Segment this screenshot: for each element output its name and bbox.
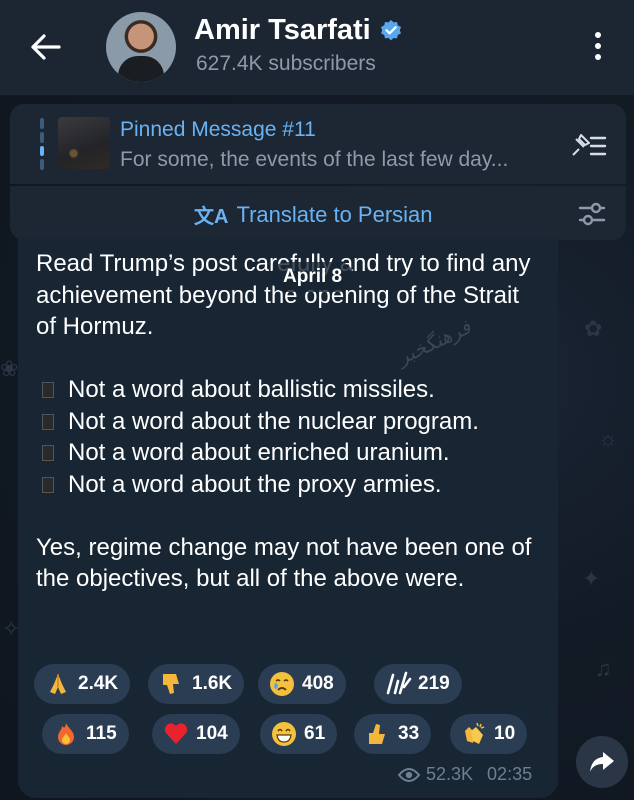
forward-button[interactable] xyxy=(576,736,628,788)
praying-hands-icon xyxy=(44,670,72,698)
message-bullet-line: Not a word about the proxy armies. xyxy=(36,469,536,501)
verified-badge-icon xyxy=(380,19,401,40)
bullet-icon xyxy=(42,476,54,493)
dot-icon xyxy=(595,54,601,60)
reaction-count: 10 xyxy=(494,723,516,744)
reaction-fire[interactable]: 115 xyxy=(42,714,129,754)
translate-label: Translate to Persian xyxy=(236,201,433,227)
message-meta: 52.3K 02:35 xyxy=(398,764,532,785)
message-time: 02:35 xyxy=(487,764,533,784)
fire-icon xyxy=(52,720,80,748)
wallpaper-doodle: ❀ xyxy=(0,356,19,381)
subscriber-count: 627.4K subscribers xyxy=(196,52,376,75)
channel-name-text: Amir Tsarfati xyxy=(194,14,371,46)
pinned-title: Pinned Message #11 xyxy=(120,118,316,141)
view-count: 52.3K xyxy=(426,764,474,784)
message-bullet-line: Not a word about ballistic missiles. xyxy=(36,374,536,406)
back-arrow-icon xyxy=(31,34,61,60)
grinning-face-icon xyxy=(270,720,298,748)
reaction-custom-emoji[interactable]: 219 xyxy=(374,664,462,704)
custom-emoji-icon xyxy=(384,670,412,698)
reaction-count: 115 xyxy=(86,723,117,744)
forward-arrow-icon xyxy=(590,752,614,772)
message-bullet-line: Not a word about the nuclear program. xyxy=(36,406,536,438)
wallpaper-doodle: ✦ xyxy=(582,566,601,591)
reaction-thumbs-down[interactable]: 1.6K xyxy=(148,664,245,704)
translate-button[interactable]: 文A Translate to Persian xyxy=(194,200,433,229)
reaction-grinning-face[interactable]: 61 xyxy=(260,714,338,754)
pin-list-icon xyxy=(572,134,607,156)
pinned-list-button[interactable] xyxy=(562,126,612,166)
pinned-thumbnail xyxy=(58,117,110,169)
reaction-thumbs-up[interactable]: 33 xyxy=(354,714,432,754)
reaction-count: 408 xyxy=(302,673,334,694)
reaction-praying-hands[interactable]: 2.4K xyxy=(34,664,131,704)
pinned-message-bar[interactable]: Pinned Message #11 For some, the events … xyxy=(10,104,626,184)
wallpaper-doodle: ♫ xyxy=(595,656,612,681)
reaction-crying-face[interactable]: 408 xyxy=(258,664,346,704)
wallpaper-doodle: ☼ xyxy=(598,426,619,451)
wallpaper-doodle: ✿ xyxy=(584,316,603,341)
message-bullet-line: Not a word about enriched uranium. xyxy=(36,437,536,469)
pinned-preview: For some, the events of the last few day… xyxy=(120,148,509,171)
translate-settings-button[interactable] xyxy=(576,198,608,230)
dot-icon xyxy=(595,43,601,49)
bullet-icon xyxy=(42,382,54,398)
crying-face-icon xyxy=(268,670,296,698)
date-separator: April 8 xyxy=(271,262,355,292)
eye-icon xyxy=(398,767,420,782)
message-paragraph: Yes, regime change may not have been one… xyxy=(36,533,532,593)
chat-header: Amir Tsarfati 627.4K subscribers xyxy=(0,0,634,96)
channel-avatar[interactable] xyxy=(106,12,176,82)
reaction-count: 104 xyxy=(196,723,228,744)
translate-icon: 文A xyxy=(194,206,229,228)
translate-bar: 文A Translate to Persian xyxy=(10,186,626,240)
message-text: Read Trump’s post carefully and try to f… xyxy=(36,248,536,595)
reaction-count: 219 xyxy=(418,673,450,694)
reaction-count: 61 xyxy=(304,723,326,744)
settings-sliders-icon xyxy=(578,202,606,226)
pinned-indicator xyxy=(40,118,44,170)
reaction-clapping-hands[interactable]: 10 xyxy=(450,714,528,754)
thumbs-up-icon xyxy=(364,720,392,748)
red-heart-icon xyxy=(162,720,190,748)
bullet-icon xyxy=(42,413,54,430)
channel-title[interactable]: Amir Tsarfati xyxy=(194,14,403,47)
bullet-icon xyxy=(42,445,54,461)
back-button[interactable] xyxy=(26,27,66,67)
reaction-count: 2.4K xyxy=(78,673,119,694)
clapping-hands-icon xyxy=(460,720,488,748)
dot-icon xyxy=(595,32,601,38)
reaction-count: 33 xyxy=(398,723,420,744)
thumbs-down-icon xyxy=(158,670,186,698)
reaction-count: 1.6K xyxy=(192,673,233,694)
avatar-figure xyxy=(118,56,164,82)
reaction-red-heart[interactable]: 104 xyxy=(152,714,240,754)
more-options-button[interactable] xyxy=(578,26,618,66)
